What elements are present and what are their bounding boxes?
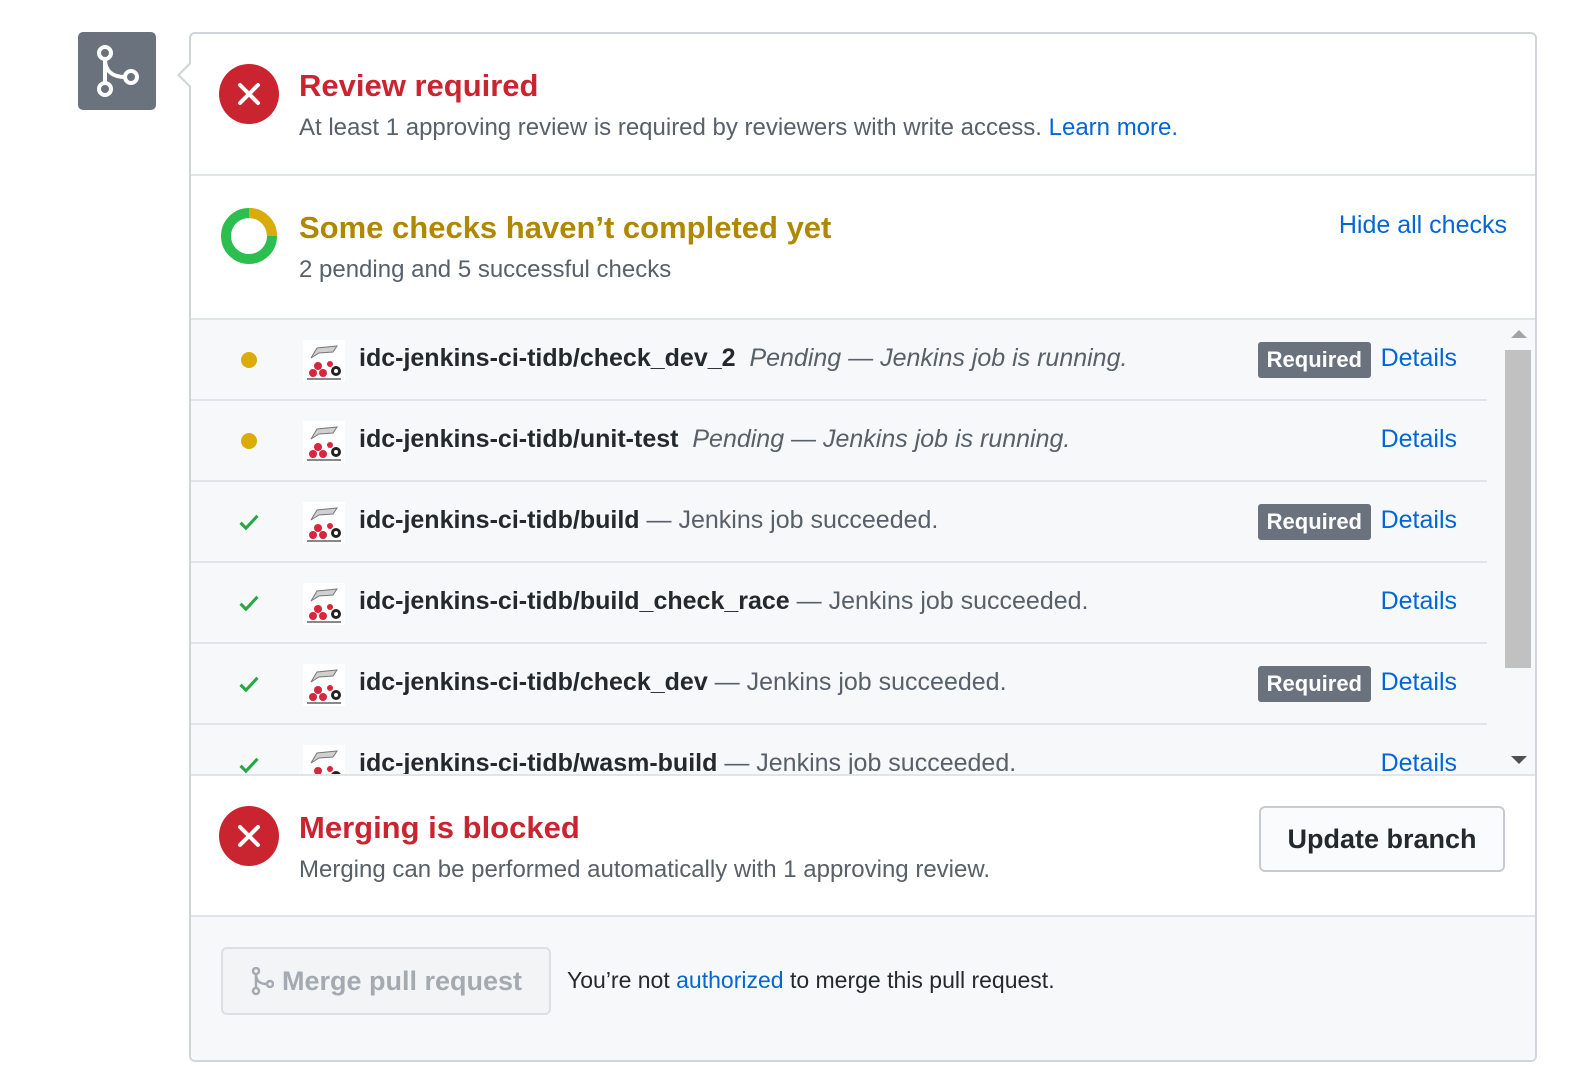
checks-scrollbar[interactable] (1503, 320, 1535, 774)
check-name: idc-jenkins-ci-tidb/wasm-build (359, 749, 718, 776)
required-badge: Required (1257, 342, 1371, 378)
check-row: idc-jenkins-ci-tidb/check_dev_2 Pending … (191, 320, 1487, 401)
check-name: idc-jenkins-ci-tidb/unit-test (359, 425, 679, 453)
checks-header-section: Some checks haven’t completed yet 2 pend… (191, 176, 1535, 318)
scroll-up-arrow-icon[interactable] (1511, 330, 1527, 338)
check-icon (239, 593, 259, 613)
jenkins-avatar-icon (303, 583, 345, 625)
check-row: idc-jenkins-ci-tidb/unit-test Pending — … (191, 401, 1487, 482)
checks-title: Some checks haven’t completed yet (299, 210, 832, 245)
check-description: Pending — Jenkins job is running. (749, 344, 1128, 372)
check-details-link[interactable]: Details (1381, 506, 1457, 535)
authorized-link[interactable]: authorized (676, 967, 783, 993)
check-description: Jenkins job succeeded. (756, 749, 1017, 776)
check-name: idc-jenkins-ci-tidb/build_check_race (359, 587, 790, 615)
check-name: idc-jenkins-ci-tidb/check_dev_2 (359, 344, 736, 372)
check-description: Jenkins job succeeded. (746, 668, 1007, 696)
review-required-text: At least 1 approving review is required … (299, 114, 1042, 141)
check-details-link[interactable]: Details (1381, 749, 1457, 774)
check-icon (239, 755, 259, 774)
scroll-thumb[interactable] (1505, 350, 1531, 668)
pending-dot-icon (239, 350, 259, 370)
merge-note-suffix: to merge this pull request. (789, 967, 1055, 993)
x-icon (219, 64, 279, 124)
git-merge-icon (78, 32, 156, 110)
merge-note-prefix: You’re not (567, 967, 670, 993)
check-details-link[interactable]: Details (1381, 587, 1457, 616)
merging-blocked-section: Merging is blocked Merging can be perfor… (191, 776, 1535, 917)
check-separator: — (796, 587, 822, 615)
checks-list: idc-jenkins-ci-tidb/check_dev_2 Pending … (191, 318, 1535, 776)
check-details-link[interactable]: Details (1381, 425, 1457, 454)
merge-action-section: Merge pull request You’re not authorized… (191, 917, 1535, 1060)
jenkins-avatar-icon (303, 502, 345, 544)
jenkins-avatar-icon (303, 421, 345, 463)
required-badge: Required (1257, 504, 1371, 540)
check-row: idc-jenkins-ci-tidb/wasm-build — Jenkins… (191, 725, 1487, 776)
merging-blocked-desc: Merging can be performed automatically w… (299, 856, 991, 883)
check-icon (239, 512, 259, 532)
jenkins-avatar-icon (303, 664, 345, 706)
check-description: Pending — Jenkins job is running. (692, 425, 1071, 453)
update-branch-button[interactable]: Update branch (1259, 806, 1505, 872)
check-separator: — (714, 668, 740, 696)
check-text: idc-jenkins-ci-tidb/check_dev — Jenkins … (359, 668, 1007, 697)
donut-progress-icon (219, 206, 279, 266)
check-details-link[interactable]: Details (1381, 344, 1457, 373)
check-text: idc-jenkins-ci-tidb/build — Jenkins job … (359, 506, 938, 535)
review-required-desc: At least 1 approving review is required … (299, 114, 1178, 142)
check-text: idc-jenkins-ci-tidb/wasm-build — Jenkins… (359, 749, 1017, 776)
required-badge: Required (1257, 666, 1371, 702)
pending-dot-icon (239, 431, 259, 451)
check-row: idc-jenkins-ci-tidb/check_dev — Jenkins … (191, 644, 1487, 725)
check-separator: — (724, 749, 750, 776)
review-required-title: Review required (299, 68, 539, 103)
check-icon (239, 674, 259, 694)
merging-blocked-title: Merging is blocked (299, 810, 580, 845)
merge-auth-note: You’re not authorized to merge this pull… (567, 967, 1055, 994)
check-description: Jenkins job succeeded. (678, 506, 939, 534)
check-separator: — (646, 506, 672, 534)
check-text: idc-jenkins-ci-tidb/build_check_race — J… (359, 587, 1089, 616)
review-required-section: Review required At least 1 approving rev… (191, 34, 1535, 176)
merge-status-panel: Review required At least 1 approving rev… (177, 32, 1537, 1062)
scroll-down-arrow-icon[interactable] (1511, 756, 1527, 764)
check-row: idc-jenkins-ci-tidb/build — Jenkins job … (191, 482, 1487, 563)
checks-summary: 2 pending and 5 successful checks (299, 256, 672, 283)
check-text: idc-jenkins-ci-tidb/unit-test Pending — … (359, 425, 1070, 454)
check-row: idc-jenkins-ci-tidb/build_check_race — J… (191, 563, 1487, 644)
hide-all-checks-link[interactable]: Hide all checks (1339, 211, 1507, 240)
jenkins-avatar-icon (303, 745, 345, 774)
x-icon (219, 806, 279, 866)
check-name: idc-jenkins-ci-tidb/check_dev (359, 668, 708, 696)
jenkins-avatar-icon (303, 340, 345, 382)
merge-pull-request-button[interactable]: Merge pull request (221, 947, 551, 1015)
check-name: idc-jenkins-ci-tidb/build (359, 506, 640, 534)
git-merge-small-icon (251, 967, 274, 995)
check-details-link[interactable]: Details (1381, 668, 1457, 697)
check-text: idc-jenkins-ci-tidb/check_dev_2 Pending … (359, 344, 1127, 373)
learn-more-link[interactable]: Learn more. (1049, 114, 1178, 141)
merge-button-label: Merge pull request (281, 965, 523, 996)
check-description: Jenkins job succeeded. (828, 587, 1089, 615)
